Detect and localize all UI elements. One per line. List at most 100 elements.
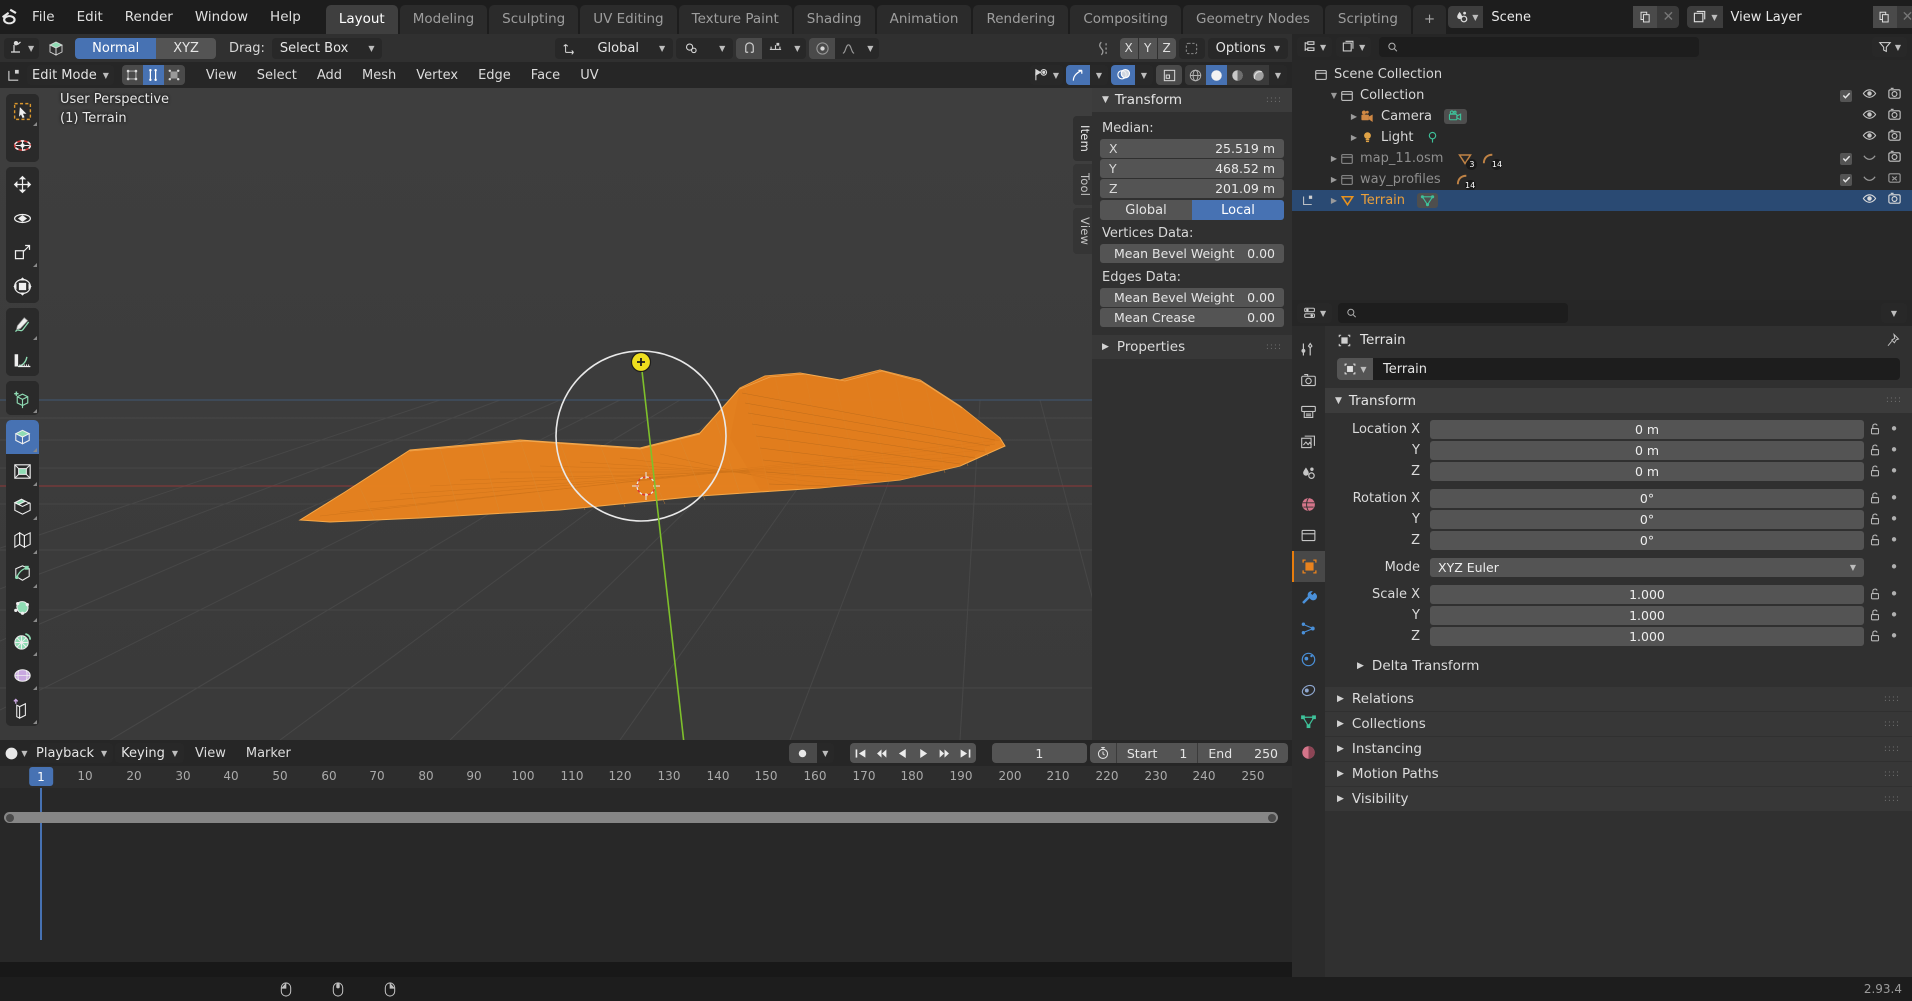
collections-panel-header[interactable]: ▶ Collections :::: bbox=[1325, 711, 1912, 736]
scene-selector[interactable]: ▼ Scene ✕ bbox=[1448, 6, 1680, 28]
sidebar-tab-item[interactable]: Item bbox=[1073, 116, 1092, 161]
camera-render-icon[interactable] bbox=[1887, 107, 1902, 126]
workspace-tab-scripting[interactable]: Scripting bbox=[1324, 5, 1411, 34]
jump-to-start-button[interactable] bbox=[849, 743, 871, 763]
face-select-mode-button[interactable] bbox=[163, 65, 185, 85]
visibility-dropdown[interactable]: ▼ bbox=[1029, 65, 1063, 85]
space-local-button[interactable]: Local bbox=[1192, 200, 1284, 220]
current-frame-indicator[interactable]: 1 bbox=[29, 767, 53, 786]
edges-mean-crease-field[interactable]: Mean Crease 0.00 bbox=[1100, 308, 1284, 327]
menu-file[interactable]: File bbox=[21, 6, 66, 28]
lock-icon[interactable] bbox=[1864, 422, 1886, 436]
workspace-tab-modeling[interactable]: Modeling bbox=[399, 5, 488, 34]
output-tab[interactable] bbox=[1292, 396, 1325, 427]
scale-z-field[interactable]: 1.000 bbox=[1430, 626, 1864, 646]
visibility-panel-header[interactable]: ▶ Visibility :::: bbox=[1325, 786, 1912, 811]
eye-icon[interactable] bbox=[1862, 128, 1877, 147]
workspace-tab-geometry-nodes[interactable]: Geometry Nodes bbox=[1183, 5, 1323, 34]
viewport-menu-add[interactable]: Add bbox=[308, 66, 351, 85]
inset-faces-tool[interactable] bbox=[6, 454, 39, 488]
object-tab[interactable] bbox=[1292, 551, 1325, 582]
viewport-menu-vertex[interactable]: Vertex bbox=[407, 66, 467, 85]
camera-data-icon[interactable] bbox=[1444, 109, 1468, 124]
annotate-tool[interactable] bbox=[6, 308, 39, 342]
scene-icon[interactable]: ▼ bbox=[1448, 6, 1484, 28]
render-tab[interactable] bbox=[1292, 365, 1325, 396]
move-tool[interactable] bbox=[6, 167, 39, 201]
viewport-menu-edge[interactable]: Edge bbox=[469, 66, 520, 85]
add-cube-tool[interactable] bbox=[6, 381, 39, 415]
vertex-select-mode-button[interactable] bbox=[121, 65, 143, 85]
overlay-options-chevron[interactable]: ▼ bbox=[1135, 65, 1153, 85]
lock-icon[interactable] bbox=[1864, 443, 1886, 457]
drag-mode-dropdown[interactable]: Select Box ▼ bbox=[271, 37, 383, 59]
menu-edit[interactable]: Edit bbox=[66, 6, 114, 28]
timeline-horizontal-scrollbar[interactable] bbox=[4, 812, 1278, 823]
workspace-tab-shading[interactable]: Shading bbox=[793, 5, 875, 34]
falloff-curve-icon[interactable] bbox=[835, 37, 862, 59]
shading-options-chevron[interactable]: ▼ bbox=[1269, 65, 1287, 85]
transform-panel-header[interactable]: ▼ Transform :::: bbox=[1092, 88, 1292, 112]
bevel-tool[interactable] bbox=[6, 488, 39, 522]
rotation-z-field[interactable]: 0° bbox=[1430, 530, 1864, 550]
smooth-tool[interactable] bbox=[6, 658, 39, 692]
mirror-icon[interactable] bbox=[1093, 38, 1117, 59]
viewport-menu-uv[interactable]: UV bbox=[571, 66, 607, 85]
object-datablock-icon[interactable]: ▼ bbox=[1337, 358, 1373, 380]
play-reverse-button[interactable] bbox=[891, 743, 913, 763]
animate-property-icon[interactable]: • bbox=[1886, 606, 1902, 624]
expand-triangle-icon[interactable]: ▶ bbox=[1328, 196, 1340, 205]
material-tab[interactable] bbox=[1292, 737, 1325, 768]
animate-property-icon[interactable]: • bbox=[1886, 531, 1902, 549]
orientation-normal[interactable]: Normal bbox=[75, 37, 157, 59]
proportional-edit-icon[interactable] bbox=[809, 37, 836, 59]
checkbox-icon[interactable] bbox=[1840, 152, 1852, 165]
viewport-menu-mesh[interactable]: Mesh bbox=[353, 66, 405, 85]
lock-icon[interactable] bbox=[1864, 608, 1886, 622]
outliner-row-light[interactable]: ▶ Light bbox=[1292, 127, 1912, 148]
3d-viewport[interactable]: User Perspective (1) Terrain Item Tool V… bbox=[0, 88, 1292, 740]
outliner-search-input[interactable] bbox=[1379, 37, 1700, 57]
shrink-fatten-tool[interactable] bbox=[6, 692, 39, 726]
expand-triangle-icon[interactable]: ▶ bbox=[1328, 154, 1340, 163]
lock-icon[interactable] bbox=[1864, 512, 1886, 526]
transform-tool[interactable] bbox=[6, 269, 39, 303]
rendered-shading-button[interactable] bbox=[1248, 65, 1269, 85]
timeline-editor-type-icon[interactable]: ▼ bbox=[4, 746, 28, 761]
lock-icon[interactable] bbox=[1864, 464, 1886, 478]
physics-tab[interactable] bbox=[1292, 644, 1325, 675]
workspace-tab-compositing[interactable]: Compositing bbox=[1070, 5, 1181, 34]
animate-property-icon[interactable]: • bbox=[1886, 510, 1902, 528]
animate-property-icon[interactable]: • bbox=[1886, 585, 1902, 603]
menu-window[interactable]: Window bbox=[184, 6, 259, 28]
outliner-row-way-profiles[interactable]: ▶ way_profiles 14 bbox=[1292, 169, 1912, 191]
scale-x-field[interactable]: 1.000 bbox=[1430, 584, 1864, 604]
workspace-tab-texture-paint[interactable]: Texture Paint bbox=[678, 5, 792, 34]
lock-icon[interactable] bbox=[1864, 587, 1886, 601]
timeline-menu-keying[interactable]: Keying ▼ bbox=[115, 743, 184, 763]
active-tool-icon[interactable]: ▼ bbox=[4, 37, 40, 59]
add-workspace-button[interactable]: + bbox=[1412, 5, 1447, 34]
new-view-layer-button[interactable] bbox=[1872, 6, 1897, 28]
cursor-tool[interactable] bbox=[6, 128, 39, 162]
tool-tab[interactable] bbox=[1292, 334, 1325, 365]
animate-property-icon[interactable]: • bbox=[1886, 441, 1902, 459]
world-tab[interactable] bbox=[1292, 489, 1325, 520]
location-z-field[interactable]: 0 m bbox=[1430, 461, 1864, 481]
menu-render[interactable]: Render bbox=[114, 6, 184, 28]
properties-panel-header[interactable]: ▶ Properties :::: bbox=[1092, 335, 1292, 359]
instancing-panel-header[interactable]: ▶ Instancing :::: bbox=[1325, 736, 1912, 761]
start-frame-field[interactable]: Start 1 bbox=[1116, 743, 1199, 763]
solid-shading-button[interactable] bbox=[1206, 65, 1227, 85]
viewport-menu-face[interactable]: Face bbox=[522, 66, 569, 85]
spin-tool[interactable] bbox=[6, 624, 39, 658]
location-x-field[interactable]: 0 m bbox=[1430, 419, 1864, 439]
location-y-field[interactable]: 0 m bbox=[1430, 440, 1864, 460]
loop-cut-tool[interactable] bbox=[6, 522, 39, 556]
scale-y-field[interactable]: 1.000 bbox=[1430, 605, 1864, 625]
object-data-tab[interactable] bbox=[1292, 706, 1325, 737]
view-layer-selector[interactable]: ▼ View Layer ✕ bbox=[1687, 6, 1912, 28]
outliner-row-collection[interactable]: ▼ Collection bbox=[1292, 85, 1912, 106]
new-scene-button[interactable] bbox=[1633, 6, 1658, 28]
viewport-menu-view[interactable]: View bbox=[197, 66, 246, 85]
